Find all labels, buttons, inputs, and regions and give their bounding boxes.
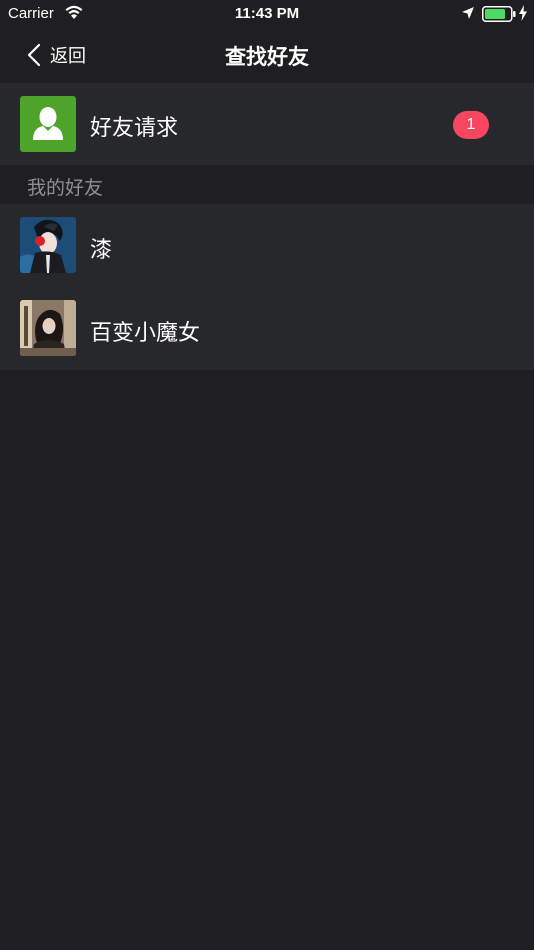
anime-boy-avatar-image: [20, 217, 76, 273]
girl-photo-avatar-image: [20, 300, 76, 356]
list-item[interactable]: 百变小魔女: [0, 287, 534, 370]
friend-requests-label: 好友请求: [90, 116, 179, 141]
bolt-icon: [519, 5, 527, 21]
list-item[interactable]: 漆: [0, 204, 534, 287]
person-silhouette-icon: [33, 107, 63, 140]
avatar: [20, 300, 76, 356]
my-friends-section-header: 我的好友: [0, 165, 534, 204]
battery-icon: [482, 6, 516, 22]
avatar: [20, 217, 76, 273]
friend-request-icon-box: [20, 96, 76, 152]
status-bar: Carrier 11:43 PM: [0, 0, 534, 28]
clock: 11:43 PM: [234, 5, 300, 22]
friend-name: 漆: [90, 238, 113, 263]
navigation-bar: 返回 查找好友: [0, 28, 534, 82]
request-count-badge: 1: [453, 111, 489, 139]
friend-name: 百变小魔女: [90, 321, 201, 346]
friends-list: 漆 百变小魔女: [0, 204, 534, 370]
location-arrow-icon: [462, 7, 474, 19]
section-header-label: 我的好友: [27, 177, 104, 199]
page-title: 查找好友: [225, 45, 309, 69]
